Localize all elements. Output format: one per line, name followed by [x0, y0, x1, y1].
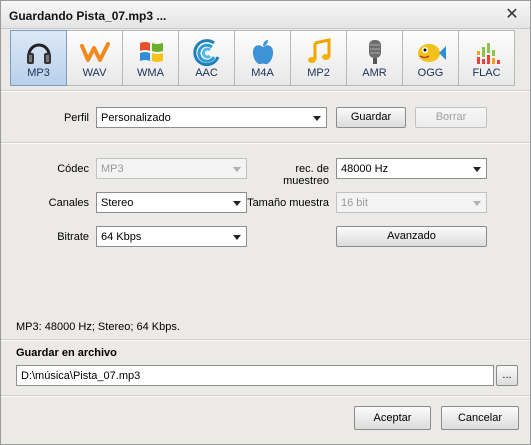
format-label: AMR [362, 67, 387, 79]
channels-label: Canales [48, 197, 89, 209]
sample-rate-select[interactable]: 48000 Hz [336, 158, 487, 179]
format-label: AAC [195, 67, 218, 79]
title-bar: Guardando Pista_07.mp3 ... ✕ [1, 1, 530, 29]
format-label: M4A [251, 67, 274, 79]
sample-size-select[interactable]: 16 bit [336, 192, 487, 213]
profile-select[interactable]: Personalizado [96, 107, 327, 128]
format-summary: MP3: 48000 Hz; Stereo; 64 Kbps. [16, 321, 180, 333]
codec-select[interactable]: MP3 [96, 158, 247, 179]
format-aac-button[interactable]: AAC [178, 30, 235, 86]
windows-flag-icon [123, 37, 178, 67]
divider [1, 395, 530, 397]
browse-button[interactable]: ... [496, 365, 518, 386]
fish-icon [403, 37, 458, 67]
file-path-input[interactable]: D:\música\Pista_07.mp3 [16, 365, 494, 386]
close-icon[interactable]: ✕ [502, 5, 522, 25]
divider [1, 90, 530, 92]
chevron-down-icon [233, 235, 241, 240]
bitrate-select[interactable]: 64 Kbps [96, 226, 247, 247]
save-dialog: Guardando Pista_07.mp3 ... ✕ MP3 WAV WMA… [0, 0, 531, 445]
ok-button[interactable]: Aceptar [354, 406, 431, 430]
chevron-down-icon [473, 167, 481, 172]
format-ogg-button[interactable]: OGG [402, 30, 459, 86]
bitrate-value: 64 Kbps [101, 231, 142, 243]
microphone-icon [347, 37, 402, 67]
divider [1, 339, 530, 341]
sample-rate-label: rec. de muestreo [283, 163, 329, 187]
sample-size-value: 16 bit [341, 197, 368, 209]
profile-label: Perfil [63, 112, 89, 124]
channels-select[interactable]: Stereo [96, 192, 247, 213]
advanced-button[interactable]: Avanzado [336, 226, 487, 247]
chevron-down-icon [233, 201, 241, 206]
apple-icon [235, 37, 290, 67]
format-wav-button[interactable]: WAV [66, 30, 123, 86]
format-label: WAV [82, 67, 107, 79]
bitrate-label: Bitrate [57, 231, 89, 243]
chevron-down-icon [313, 116, 321, 121]
file-path-value: D:\música\Pista_07.mp3 [21, 370, 141, 382]
channels-value: Stereo [101, 197, 134, 209]
format-amr-button[interactable]: AMR [346, 30, 403, 86]
format-label: OGG [417, 67, 444, 79]
headphones-icon [11, 37, 66, 67]
wav-wave-icon [67, 37, 122, 67]
delete-profile-button[interactable]: Borrar [415, 107, 487, 128]
cancel-button[interactable]: Cancelar [441, 406, 519, 430]
codec-value: MP3 [101, 163, 124, 175]
format-mp3-button[interactable]: MP3 [10, 30, 67, 86]
profile-value: Personalizado [101, 112, 171, 124]
chevron-down-icon [473, 201, 481, 206]
format-label: WMA [137, 67, 164, 79]
format-m4a-button[interactable]: M4A [234, 30, 291, 86]
codec-label: Códec [57, 163, 89, 175]
aac-swirl-icon [179, 37, 234, 67]
format-mp2-button[interactable]: MP2 [290, 30, 347, 86]
format-toolbar: MP3 WAV WMA AAC M4A MP2 AMR OGG FLAC [10, 30, 523, 86]
format-label: FLAC [472, 67, 501, 79]
sample-rate-value: 48000 Hz [341, 163, 389, 175]
format-label: MP2 [307, 67, 330, 79]
sample-size-label: Tamaño muestra [247, 197, 329, 209]
chevron-down-icon [233, 167, 241, 172]
window-title: Guardando Pista_07.mp3 ... [9, 9, 167, 23]
equalizer-icon [459, 37, 514, 67]
divider [1, 142, 530, 144]
format-label: MP3 [27, 67, 50, 79]
save-file-heading: Guardar en archivo [16, 347, 117, 359]
save-profile-button[interactable]: Guardar [336, 107, 406, 128]
format-flac-button[interactable]: FLAC [458, 30, 515, 86]
music-note-icon [291, 37, 346, 67]
format-wma-button[interactable]: WMA [122, 30, 179, 86]
